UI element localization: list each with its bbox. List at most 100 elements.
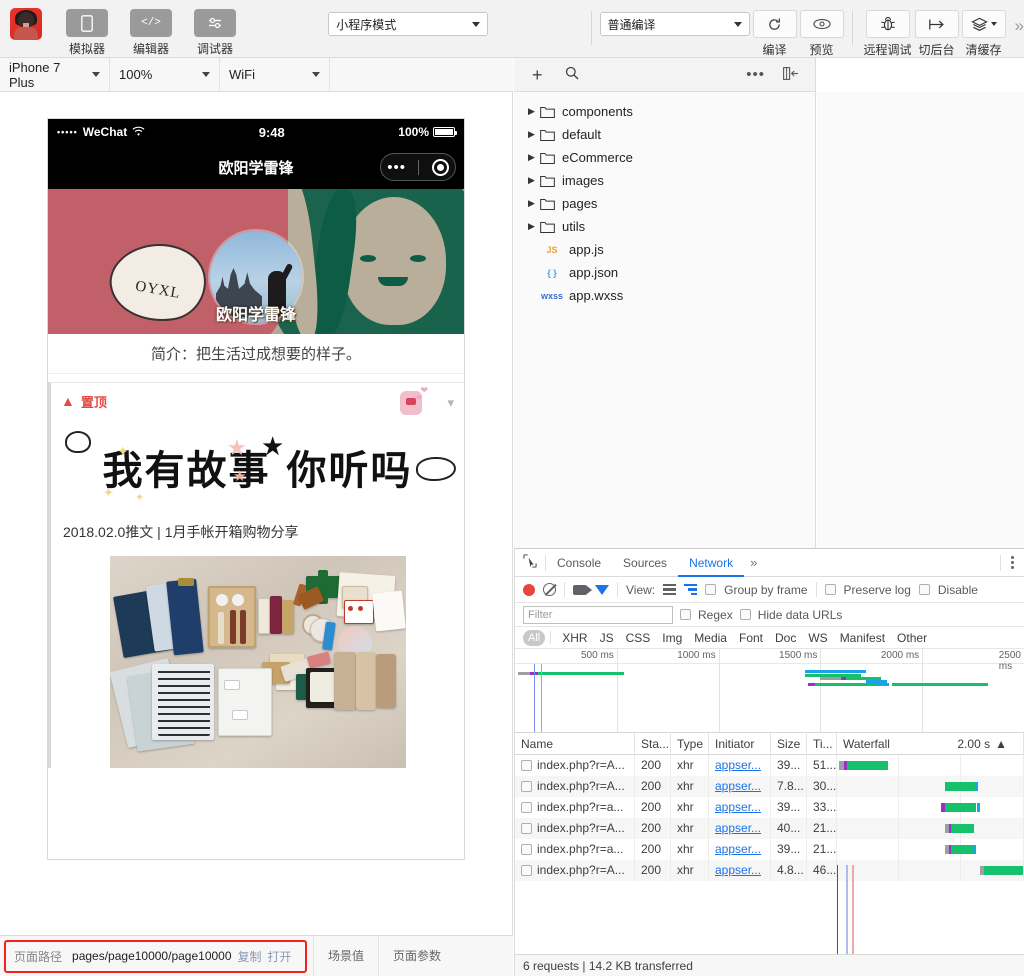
col-time[interactable]: Ti...	[807, 732, 837, 755]
col-waterfall[interactable]: Waterfall 2.00 s ▲	[837, 732, 1024, 755]
file-tree[interactable]: ▶ components ▶ default ▶ eCommerce ▶ ima…	[514, 92, 816, 548]
collapse-panel-icon[interactable]	[783, 66, 799, 83]
tree-item-app-js[interactable]: JS app.js	[514, 238, 815, 261]
kebab-menu-icon[interactable]	[1011, 556, 1014, 569]
waterfall-view-icon[interactable]	[684, 583, 698, 596]
row-initiator[interactable]: appser...	[715, 800, 761, 814]
row-checkbox[interactable]	[521, 823, 532, 834]
open-link[interactable]: 打开	[268, 948, 292, 965]
close-target-icon[interactable]	[431, 158, 449, 176]
network-select[interactable]: WiFi	[220, 58, 330, 91]
row-checkbox[interactable]	[521, 781, 532, 792]
table-row[interactable]: index.php?r=A... 200 xhr appser... 39...…	[515, 755, 1024, 776]
tab-simulator[interactable]: 模拟器	[56, 0, 118, 57]
hide-data-urls-checkbox[interactable]	[739, 609, 751, 620]
background-button[interactable]: 切后台	[914, 0, 959, 58]
wechat-capsule-menu[interactable]: •••	[380, 153, 456, 181]
compile-button[interactable]: 编译	[752, 0, 797, 58]
clear-cache-button[interactable]: 清缓存	[961, 0, 1006, 58]
type-filter-ws[interactable]: WS	[802, 630, 833, 646]
device-select[interactable]: iPhone 7 Plus	[0, 58, 110, 91]
compile-select[interactable]: 普通编译	[599, 12, 750, 36]
inspect-element-icon[interactable]	[523, 554, 537, 571]
article-card[interactable]: ▲ 置顶 ❤ ❤ ▾ ✦ ✦ ✦ ★ ★ ★ 我有故事 你听吗 2018.02.…	[48, 382, 464, 768]
remote-debug-button[interactable]: 远程调试	[864, 0, 912, 58]
page-params-tab[interactable]: 页面参数	[378, 935, 455, 976]
table-row[interactable]: index.php?r=a... 200 xhr appser... 39...…	[515, 797, 1024, 818]
disable-cache-checkbox[interactable]	[918, 584, 930, 595]
col-size[interactable]: Size	[771, 732, 807, 755]
pin-top-icon: ▲	[61, 393, 75, 409]
record-button[interactable]	[523, 583, 535, 596]
table-row[interactable]: index.php?r=A... 200 xhr appser... 7.8..…	[515, 776, 1024, 797]
col-initiator[interactable]: Initiator	[709, 732, 771, 755]
plus-icon[interactable]: +	[532, 66, 543, 84]
zoom-select[interactable]: 100%	[110, 58, 220, 91]
ellipsis-icon[interactable]: •••	[746, 66, 765, 83]
tree-item-images[interactable]: ▶ images	[514, 169, 815, 192]
tab-console[interactable]: Console	[546, 549, 612, 577]
tree-item-ecommerce[interactable]: ▶ eCommerce	[514, 146, 815, 169]
avatar[interactable]	[10, 8, 42, 40]
type-filter-img[interactable]: Img	[656, 630, 688, 646]
type-filter-js[interactable]: JS	[594, 630, 620, 646]
tabs-overflow-button[interactable]: »	[750, 555, 757, 570]
col-name[interactable]: Name	[515, 732, 635, 755]
tree-item-utils[interactable]: ▶ utils	[514, 215, 815, 238]
row-checkbox[interactable]	[521, 802, 532, 813]
funnel-icon[interactable]	[595, 584, 609, 595]
regex-checkbox[interactable]	[680, 609, 691, 620]
tree-item-pages[interactable]: ▶ pages	[514, 192, 815, 215]
type-filter-font[interactable]: Font	[733, 630, 769, 646]
article-title[interactable]: 2018.02.0推文 | 1月手帐开箱购物分享	[51, 514, 464, 556]
row-checkbox[interactable]	[521, 865, 532, 876]
article-cover[interactable]: ✦ ✦ ✦ ★ ★ ★ 我有故事 你听吗	[51, 419, 464, 514]
type-filter-manifest[interactable]: Manifest	[834, 630, 891, 646]
row-checkbox[interactable]	[521, 760, 532, 771]
col-type[interactable]: Type	[671, 732, 709, 755]
tab-debugger[interactable]: 调试器	[184, 0, 246, 57]
search-icon[interactable]	[565, 66, 579, 83]
preview-button[interactable]: 预览	[799, 0, 844, 58]
clear-button[interactable]	[543, 583, 556, 596]
row-initiator[interactable]: appser...	[715, 821, 761, 835]
ellipsis-icon[interactable]: •••	[387, 160, 406, 175]
row-initiator[interactable]: appser...	[715, 758, 761, 772]
row-initiator[interactable]: appser...	[715, 863, 761, 877]
copy-link[interactable]: 复制	[238, 948, 262, 965]
network-filter-row: Filter Regex Hide data URLs	[515, 603, 1024, 627]
filter-input[interactable]: Filter	[523, 605, 673, 624]
row-initiator[interactable]: appser...	[715, 779, 761, 793]
sort-asc-icon[interactable]: ▲	[995, 733, 1007, 755]
type-filter-xhr[interactable]: XHR	[556, 630, 593, 646]
row-initiator[interactable]: appser...	[715, 842, 761, 856]
table-row[interactable]: index.php?r=A... 200 xhr appser... 40...…	[515, 818, 1024, 839]
article-photo[interactable]	[109, 556, 406, 768]
tree-item-app-json[interactable]: { } app.json	[514, 261, 815, 284]
camera-icon[interactable]	[573, 584, 592, 595]
page-path-value[interactable]: pages/page10000/page10000	[72, 949, 232, 963]
tree-item-default[interactable]: ▶ default	[514, 123, 815, 146]
network-overview-timeline[interactable]: 500 ms 1000 ms 1500 ms 2000 ms 2500 ms	[515, 649, 1024, 733]
type-filter-other[interactable]: Other	[891, 630, 933, 646]
chevron-down-icon[interactable]: ▾	[447, 395, 454, 411]
preserve-log-checkbox[interactable]	[824, 584, 836, 595]
group-by-frame-checkbox[interactable]	[705, 584, 717, 595]
table-row[interactable]: index.php?r=A... 200 xhr appser... 4.8..…	[515, 860, 1024, 881]
mode-select[interactable]: 小程序模式	[328, 12, 489, 36]
tree-item-app-wxss[interactable]: wxss app.wxss	[514, 284, 815, 307]
type-filter-media[interactable]: Media	[688, 630, 733, 646]
type-filter-css[interactable]: CSS	[620, 630, 657, 646]
row-checkbox[interactable]	[521, 844, 532, 855]
toolbar-overflow-button[interactable]: »	[1015, 16, 1024, 36]
list-view-icon[interactable]	[663, 583, 677, 596]
col-status[interactable]: Sta...	[635, 732, 671, 755]
tab-network[interactable]: Network	[678, 549, 745, 577]
tree-item-components[interactable]: ▶ components	[514, 100, 815, 123]
table-row[interactable]: index.php?r=a... 200 xhr appser... 39...…	[515, 839, 1024, 860]
tab-sources[interactable]: Sources	[612, 549, 678, 577]
scene-value-tab[interactable]: 场景值	[313, 935, 378, 976]
type-filter-all[interactable]: All	[523, 629, 546, 646]
type-filter-doc[interactable]: Doc	[769, 630, 802, 646]
tab-editor[interactable]: </> 编辑器	[120, 0, 182, 57]
